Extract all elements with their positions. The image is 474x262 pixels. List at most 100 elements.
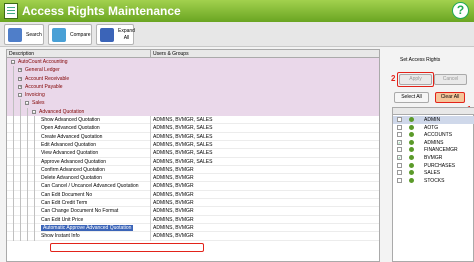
tree-guide-line xyxy=(13,207,14,216)
tree-guide-line xyxy=(34,140,35,150)
user-list-item[interactable]: AOTG xyxy=(393,124,474,132)
help-icon[interactable]: ? xyxy=(452,2,469,19)
permission-row[interactable]: Delete Advanced Quotation ADMINS, BVMGR xyxy=(7,174,379,183)
step-2-callout: 2 xyxy=(391,74,396,83)
tree-guide-line xyxy=(13,74,14,83)
tree-guide-line xyxy=(13,107,14,117)
permission-row[interactable]: Edit Advanced Quotation ADMINS, BVMGR, SA… xyxy=(7,140,379,150)
expand-all-button[interactable]: Expand All xyxy=(96,24,135,45)
user-checkbox[interactable] xyxy=(397,170,402,176)
user-checkbox[interactable] xyxy=(397,117,402,122)
cancel-button[interactable]: Cancel xyxy=(434,74,467,85)
tree-guide-line xyxy=(20,157,21,166)
row-users-groups: ADMINS, BVMGR xyxy=(153,175,194,182)
tree-guide-line xyxy=(13,99,14,108)
tree-category-row[interactable]: - Invoicing xyxy=(7,91,379,100)
permission-row[interactable]: Can Change Document No Format ADMINS, BVM… xyxy=(7,207,379,216)
user-list-item[interactable]: SALES xyxy=(393,169,474,177)
user-checkbox[interactable] xyxy=(397,132,402,138)
compare-button-label: Compare xyxy=(70,32,91,38)
cell-separator xyxy=(150,199,151,208)
expand-node-icon[interactable]: + xyxy=(18,68,22,73)
user-list-item[interactable]: PURCHASES xyxy=(393,162,474,170)
select-all-button[interactable]: Select All xyxy=(394,92,429,103)
tree-guide-line xyxy=(13,232,14,241)
user-group-icon xyxy=(409,162,414,168)
permission-row[interactable]: Show Instant Info ADMINS, BVMGR xyxy=(7,232,379,241)
user-list-item[interactable]: ✓ BVMGR xyxy=(393,154,474,162)
tree-guide-line xyxy=(27,232,28,241)
user-checkbox[interactable] xyxy=(397,162,402,168)
tree-guide-line xyxy=(20,124,21,133)
tree-guide-line xyxy=(13,174,14,183)
row-description: Advanced Quotation xyxy=(39,108,85,115)
user-list-item[interactable]: ADMIN xyxy=(393,116,474,124)
tree-guide-line xyxy=(34,232,35,241)
user-group-icon xyxy=(409,139,414,145)
row-description: View Advanced Quotation xyxy=(41,150,99,157)
permission-row[interactable]: Automatic Approve Advanced Quotation ADMI… xyxy=(7,223,379,233)
permission-row[interactable]: Can Edit Credit Term ADMINS, BVMGR xyxy=(7,199,379,208)
collapse-icon[interactable]: - xyxy=(11,60,15,64)
collapse-icon[interactable]: - xyxy=(18,93,22,98)
compare-button[interactable]: Compare xyxy=(48,24,92,45)
user-list-item[interactable]: ✓ ADMINS xyxy=(393,139,474,147)
tree-category-row[interactable]: - AutoCount Accounting xyxy=(7,58,379,67)
user-checkbox[interactable] xyxy=(397,124,402,130)
user-list-item[interactable]: STOCKS xyxy=(393,177,474,185)
permission-row[interactable]: Show Advanced Quotation ADMINS, BVMGR, SA… xyxy=(7,116,379,125)
user-checkbox[interactable] xyxy=(397,177,402,183)
user-checkbox[interactable]: ✓ xyxy=(397,155,402,160)
tree-guide-line xyxy=(13,182,14,191)
permission-row[interactable]: Approve Advanced Quotation ADMINS, BVMGR,… xyxy=(7,157,379,166)
expand-node-icon[interactable]: + xyxy=(18,76,22,81)
tree-guide-line xyxy=(27,165,28,175)
permission-row[interactable]: Can Cancel / Uncancel Advanced Quotation… xyxy=(7,182,379,191)
user-list-item[interactable]: FINANCEMGR xyxy=(393,146,474,154)
row-description: Automatic Approve Advanced Quotation xyxy=(41,224,134,231)
tree-guide-line xyxy=(27,124,28,133)
tree-guide-line xyxy=(20,140,21,150)
tree-category-row[interactable]: - Advanced Quotation xyxy=(7,107,379,117)
tree-guide-line xyxy=(27,174,28,183)
cell-separator xyxy=(150,232,151,241)
column-users-groups[interactable]: Users & Groups xyxy=(153,51,189,57)
permission-row[interactable]: Open Advanced Quotation ADMINS, BVMGR, SA… xyxy=(7,124,379,133)
tree-guide-line xyxy=(20,107,21,117)
expand-node-icon[interactable]: + xyxy=(18,84,22,89)
cell-separator xyxy=(150,124,151,133)
tree-category-row[interactable]: + Account Payable xyxy=(7,82,379,92)
tree-guide-line xyxy=(13,223,14,233)
user-checkbox[interactable]: ✓ xyxy=(397,139,402,145)
tree-guide-line xyxy=(13,165,14,175)
user-checkbox[interactable] xyxy=(397,147,402,153)
collapse-icon[interactable]: - xyxy=(25,101,29,106)
clear-all-button[interactable]: Clear All xyxy=(435,92,465,103)
tree-guide-line xyxy=(20,174,21,183)
permission-row[interactable]: Can Edit Document No ADMINS, BVMGR xyxy=(7,190,379,200)
user-name: ADMIN xyxy=(424,117,441,123)
tree-guide-line xyxy=(13,215,14,224)
permission-row[interactable]: View Advanced Quotation ADMINS, BVMGR, SA… xyxy=(7,149,379,158)
row-users-groups: ADMINS, BVMGR xyxy=(153,216,194,223)
tree-guide-line xyxy=(27,223,28,233)
cell-separator xyxy=(150,149,151,158)
highlight-box xyxy=(50,243,204,252)
permission-row[interactable]: Confirm Advanced Quotation ADMINS, BVMGR xyxy=(7,165,379,175)
tree-guide-line xyxy=(13,199,14,208)
collapse-icon[interactable]: - xyxy=(32,109,36,114)
tree-category-row[interactable]: - Sales xyxy=(7,99,379,108)
tree-guide-line xyxy=(34,190,35,200)
tree-guide-line xyxy=(20,116,21,125)
user-list-item[interactable]: ACCOUNTS xyxy=(393,131,474,139)
tree-guide-line xyxy=(27,182,28,191)
tree-category-row[interactable]: + General Ledger xyxy=(7,66,379,75)
search-button[interactable]: Search xyxy=(4,24,44,45)
column-description[interactable]: Description xyxy=(9,51,34,57)
tree-guide-line xyxy=(20,149,21,158)
permission-row[interactable]: Can Edit Unit Price ADMINS, BVMGR xyxy=(7,215,379,224)
permission-row[interactable]: Create Advanced Quotation ADMINS, BVMGR, … xyxy=(7,132,379,141)
tree-guide-line xyxy=(34,165,35,175)
tree-guide-line xyxy=(27,107,28,117)
tree-category-row[interactable]: + Account Receivable xyxy=(7,74,379,83)
